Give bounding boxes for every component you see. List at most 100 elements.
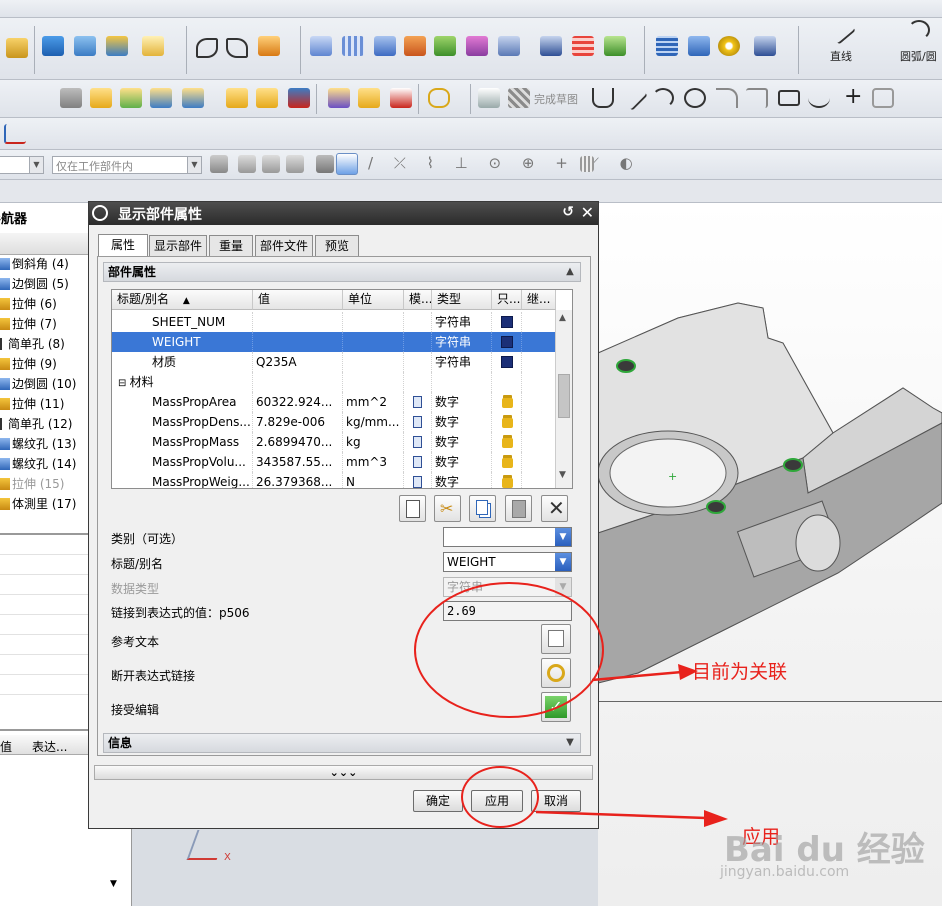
chevron-down-icon[interactable]: ▼	[187, 157, 201, 173]
push-pull-icon[interactable]	[42, 36, 64, 56]
column-header-unit[interactable]: 单位	[343, 290, 404, 310]
title-alias-select[interactable]: WEIGHT ▼	[443, 552, 572, 572]
collapse-icon[interactable]: ▲	[562, 264, 578, 280]
table-row[interactable]: MassPropVolu... 343587.55... mm^3 数字	[112, 452, 556, 472]
body-filter-icon[interactable]	[316, 155, 334, 173]
explode-icon[interactable]	[288, 88, 310, 108]
scroll-down-arrow-icon[interactable]: ▼	[559, 470, 566, 480]
finish-sketch-icon[interactable]	[508, 88, 530, 108]
tab-weight[interactable]: 重量	[209, 235, 253, 256]
table-row[interactable]: 材质 Q235A 字符串	[112, 352, 556, 372]
table-group-row[interactable]: ⊟ 材料	[112, 372, 556, 392]
expand-icon[interactable]: ▼	[562, 735, 578, 751]
selection-icon[interactable]	[262, 155, 280, 173]
close-icon[interactable]: ✕	[581, 203, 594, 222]
constraint-icon[interactable]	[150, 88, 172, 108]
polygon-icon[interactable]	[872, 88, 894, 108]
rectangle-icon[interactable]	[778, 90, 800, 106]
text-edit-icon[interactable]	[258, 36, 280, 56]
cut-attribute-button[interactable]: ✂	[434, 495, 461, 522]
delete-attribute-button[interactable]: ✕	[541, 495, 568, 522]
label-abc-icon[interactable]	[142, 36, 164, 56]
table-row[interactable]: MassPropArea 60322.924... mm^2 数字	[112, 392, 556, 412]
mesh-surface-icon[interactable]	[342, 36, 364, 56]
grid-snap-icon[interactable]	[580, 156, 594, 172]
replace-face-icon[interactable]	[106, 36, 128, 56]
tab-part-file[interactable]: 部件文件	[255, 235, 313, 256]
selection-icon[interactable]	[238, 155, 256, 173]
navigator-feature-item[interactable]: 简单孔 (8)	[0, 335, 90, 355]
snap-icon[interactable]	[210, 155, 228, 173]
table-row[interactable]: MassPropMass 2.6899470... kg 数字	[112, 432, 556, 452]
column-header-template[interactable]: 模...	[404, 290, 432, 310]
swept-surface-icon[interactable]	[374, 36, 396, 56]
coil-icon[interactable]	[688, 36, 710, 56]
table-row[interactable]: WEIGHT 字符串	[112, 332, 556, 352]
navigator-feature-item[interactable]: 体測里 (17)	[0, 495, 90, 515]
grid-icon[interactable]	[572, 36, 594, 56]
selection-icon[interactable]	[286, 155, 304, 173]
navigator-feature-item[interactable]: 边倒圆 (5)	[0, 275, 90, 295]
feature-filter-icon[interactable]	[336, 153, 358, 175]
navigator-feature-item[interactable]: 螺纹孔 (14)	[0, 455, 90, 475]
mirror-component-icon[interactable]	[256, 88, 278, 108]
scroll-down-arrow-icon[interactable]: ▼	[110, 879, 117, 889]
arc-tool-icon[interactable]	[908, 20, 930, 40]
chevron-down-icon[interactable]: ▼	[29, 157, 43, 173]
pattern-component-icon[interactable]	[226, 88, 248, 108]
copy-attribute-button[interactable]	[469, 495, 496, 522]
curve-icon[interactable]	[226, 38, 248, 58]
navigator-feature-item[interactable]: 拉伸 (15)	[0, 475, 90, 495]
coordinate-system-icon[interactable]	[4, 124, 26, 144]
feature-icon[interactable]	[6, 38, 28, 58]
clearance-icon[interactable]	[390, 88, 412, 108]
wire-icon[interactable]	[428, 88, 450, 108]
category-select[interactable]: ▼	[443, 527, 572, 547]
part-attributes-group-header[interactable]: 部件属性 ▲	[103, 262, 581, 282]
tab-attributes[interactable]: 属性	[98, 234, 148, 257]
tab-preview[interactable]: 预览	[315, 235, 359, 256]
scroll-thumb[interactable]	[558, 374, 570, 418]
sew-icon[interactable]	[404, 36, 426, 56]
table-row[interactable]: MassPropDens... 7.829e-006 kg/mm... 数字	[112, 412, 556, 432]
arc-icon[interactable]	[652, 88, 674, 108]
chamfer-icon[interactable]	[746, 88, 768, 108]
tab-displayed-part[interactable]: 显示部件	[149, 235, 207, 256]
scope-filter-combo[interactable]: 仅在工作部件内 ▼	[52, 156, 202, 174]
scroll-up-arrow-icon[interactable]: ▲	[559, 313, 566, 323]
graphics-window[interactable]: +	[598, 203, 942, 906]
profile-icon[interactable]	[592, 88, 614, 108]
column-header-type[interactable]: 类型	[432, 290, 492, 310]
assembly-icon[interactable]	[328, 88, 350, 108]
move-face-icon[interactable]	[74, 36, 96, 56]
paste-attribute-button[interactable]	[505, 495, 532, 522]
blend-icon[interactable]	[434, 36, 456, 56]
sheet-icon[interactable]	[604, 36, 626, 56]
bolt-icon[interactable]	[754, 36, 776, 56]
table-row[interactable]: MassPropWeig... 26.379368... N 数字	[112, 472, 556, 488]
column-header-readonly[interactable]: 只...	[492, 290, 522, 310]
surface-icon[interactable]	[310, 36, 332, 56]
navigator-feature-item[interactable]: 简单孔 (12)	[0, 415, 90, 435]
column-header-title[interactable]: 标题/别名 ▲	[112, 290, 253, 310]
ok-button[interactable]: 确定	[413, 790, 463, 812]
circle-icon[interactable]	[684, 88, 706, 108]
reset-icon[interactable]: ↺	[562, 204, 574, 220]
move-component-icon[interactable]	[182, 88, 204, 108]
navigator-feature-item[interactable]: 拉伸 (9)	[0, 355, 90, 375]
offset-icon[interactable]	[466, 36, 488, 56]
navigator-feature-item[interactable]: 拉伸 (6)	[0, 295, 90, 315]
gear-icon[interactable]	[92, 205, 108, 221]
add-component-icon[interactable]	[90, 88, 112, 108]
navigator-feature-item[interactable]: 拉伸 (11)	[0, 395, 90, 415]
line-tool-label[interactable]: 直线	[830, 48, 852, 64]
table-row[interactable]: SHEET_NUM 字符串	[112, 312, 556, 332]
new-attribute-button[interactable]	[399, 495, 426, 522]
snap-points-icon[interactable]: / ⤫ ⌇ ⊥ ⊙ ⊕ + ⟋ ◐	[368, 154, 641, 172]
info-group-header[interactable]: 信息 ▼	[103, 733, 581, 753]
washer-icon[interactable]	[718, 36, 740, 56]
type-filter-combo[interactable]: ▼	[0, 156, 44, 174]
navigator-feature-item[interactable]: 边倒圆 (10)	[0, 375, 90, 395]
navigator-feature-item[interactable]: 拉伸 (7)	[0, 315, 90, 335]
sequence-icon[interactable]	[358, 88, 380, 108]
